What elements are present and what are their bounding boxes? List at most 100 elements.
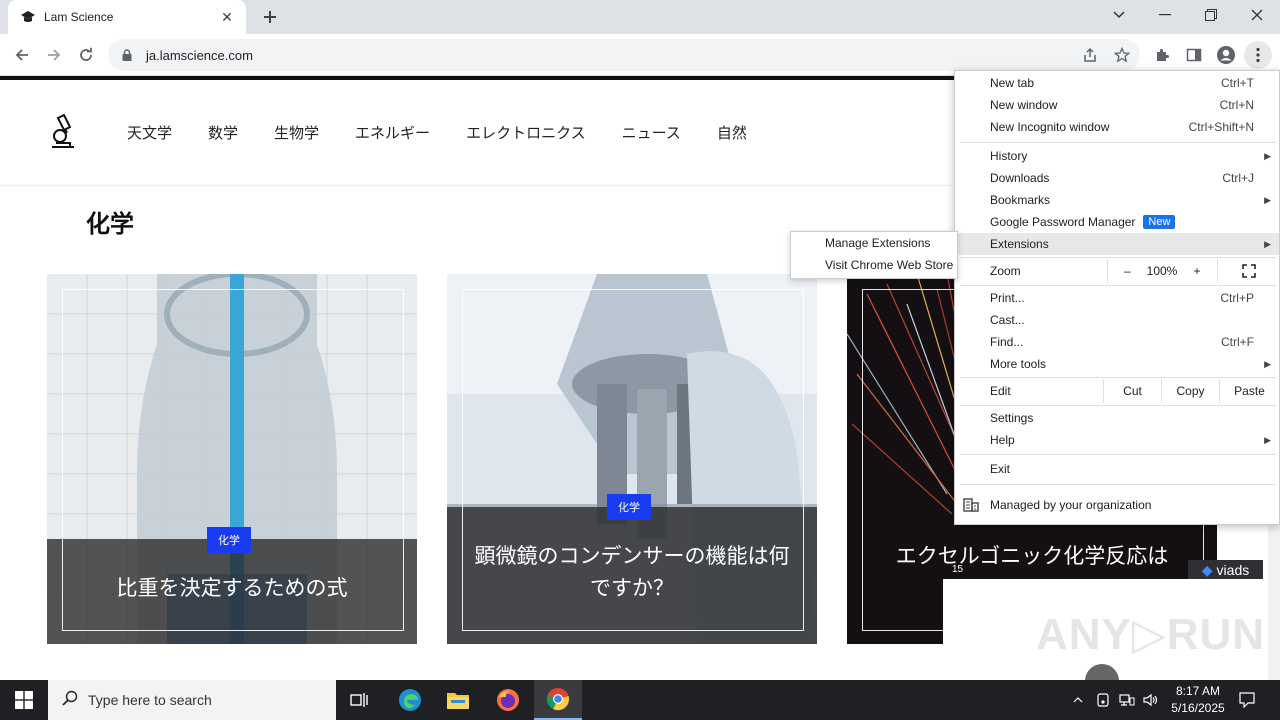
menu-help[interactable]: Help ▶ (955, 429, 1279, 451)
nav-news[interactable]: ニュース (622, 122, 681, 143)
url-text[interactable]: ja.lamscience.com (146, 48, 253, 63)
submenu-arrow-icon: ▶ (1264, 358, 1271, 369)
zoom-level: 100% (1146, 264, 1178, 278)
article-card[interactable]: 化学 比重を決定するための式 (47, 274, 417, 644)
category-badge[interactable]: 化学 (607, 494, 651, 520)
menu-separator (960, 377, 1276, 378)
menu-downloads[interactable]: Downloads Ctrl+J (955, 167, 1279, 189)
close-window-button[interactable] (1234, 0, 1280, 30)
cut-button[interactable]: Cut (1103, 379, 1161, 403)
menu-separator (960, 285, 1276, 286)
close-tab-icon[interactable]: ✕ (218, 8, 236, 26)
new-tab-button[interactable] (258, 5, 282, 29)
menu-zoom-row: Zoom – 100% + (955, 259, 1279, 283)
extensions-submenu: Manage Extensions Visit Chrome Web Store (790, 231, 958, 279)
side-panel-icon[interactable] (1180, 41, 1208, 69)
search-placeholder: Type here to search (88, 692, 212, 708)
edge-icon[interactable] (386, 680, 434, 720)
lock-icon[interactable] (120, 48, 134, 62)
menu-more-tools[interactable]: More tools ▶ (955, 353, 1279, 375)
nav-math[interactable]: 数学 (208, 122, 238, 143)
zoom-out-button[interactable]: – (1107, 259, 1147, 283)
manage-extensions-item[interactable]: Manage Extensions (791, 232, 957, 254)
menu-separator (960, 142, 1276, 143)
menu-exit[interactable]: Exit (955, 458, 1279, 480)
volume-icon[interactable] (1140, 680, 1162, 720)
tab-title: Lam Science (44, 10, 114, 24)
article-card[interactable]: 化学 顕微鏡のコンデンサーの機能は何ですか？ (447, 274, 817, 644)
menu-password-manager[interactable]: Google Password Manager New (955, 211, 1279, 233)
notifications-icon[interactable] (1236, 680, 1258, 720)
submenu-arrow-icon: ▶ (1264, 150, 1271, 161)
menu-history[interactable]: History ▶ (955, 145, 1279, 167)
taskbar-search-box[interactable]: Type here to search (48, 680, 336, 720)
graduation-cap-icon (20, 9, 36, 25)
microscope-logo-icon[interactable] (48, 113, 78, 150)
windows-start-icon[interactable] (0, 680, 48, 720)
restore-button[interactable] (1188, 0, 1234, 30)
firefox-icon[interactable] (484, 680, 532, 720)
paste-button[interactable]: Paste (1219, 379, 1279, 403)
reload-button[interactable] (72, 41, 100, 69)
submenu-arrow-icon: ▶ (1264, 194, 1271, 205)
menu-new-window[interactable]: New window Ctrl+N (955, 94, 1279, 116)
file-explorer-icon[interactable] (434, 680, 482, 720)
nav-biology[interactable]: 生物学 (274, 122, 319, 143)
anyrun-watermark: ANY▷RUN (1036, 610, 1266, 659)
zoom-label: Zoom (990, 264, 1021, 278)
building-icon (963, 498, 979, 515)
new-badge: New (1143, 215, 1176, 229)
ad-brand: viads (1216, 562, 1250, 578)
menu-edit-row: Edit Cut Copy Paste (955, 379, 1279, 403)
menu-settings[interactable]: Settings (955, 407, 1279, 429)
minimize-button[interactable] (1142, 0, 1188, 30)
chrome-web-store-item[interactable]: Visit Chrome Web Store (791, 254, 957, 276)
article-title[interactable]: エクセルゴニック化学反応は (867, 540, 1197, 572)
nav-astronomy[interactable]: 天文学 (127, 122, 172, 143)
clock-time: 8:17 AM (1175, 684, 1221, 698)
forward-button[interactable] (40, 41, 68, 69)
fullscreen-icon[interactable] (1217, 259, 1279, 283)
ad-counter: 15 (952, 564, 964, 575)
tray-overflow-chevron-icon[interactable] (1068, 680, 1088, 720)
site-nav: 天文学 数学 生物学 エネルギー エレクトロニクス ニュース 自然 (127, 122, 783, 143)
menu-find[interactable]: Find... Ctrl+F (955, 331, 1279, 353)
nav-nature[interactable]: 自然 (717, 122, 747, 143)
edit-label: Edit (990, 384, 1011, 398)
bookmark-star-icon[interactable] (1108, 41, 1136, 69)
profile-avatar-icon[interactable] (1212, 41, 1240, 69)
ad-label[interactable]: ◆ viads (1188, 560, 1263, 580)
search-icon (62, 690, 78, 711)
category-badge[interactable]: 化学 (207, 527, 251, 553)
nav-electronics[interactable]: エレクトロニクス (466, 122, 586, 143)
nav-energy[interactable]: エネルギー (355, 122, 430, 143)
chrome-menu: New tab Ctrl+T New window Ctrl+N New Incog… (954, 70, 1280, 525)
device-icon[interactable] (1092, 680, 1114, 720)
browser-tab[interactable]: Lam Science ✕ (8, 0, 246, 34)
chrome-taskbar-icon[interactable] (534, 680, 582, 720)
address-bar[interactable]: ja.lamscience.com (108, 39, 1140, 71)
share-icon[interactable] (1076, 41, 1104, 69)
article-title[interactable]: 顕微鏡のコンデンサーの機能は何ですか？ (467, 540, 797, 604)
system-clock[interactable]: 8:17 AM 5/16/2025 (1160, 683, 1236, 717)
menu-bookmarks[interactable]: Bookmarks ▶ (955, 189, 1279, 211)
menu-separator (960, 484, 1276, 485)
task-view-icon[interactable] (336, 680, 384, 720)
menu-print[interactable]: Print... Ctrl+P (955, 287, 1279, 309)
menu-managed[interactable]: Managed by your organization (955, 494, 1279, 516)
tab-search-icon[interactable] (1096, 0, 1142, 30)
zoom-in-button[interactable]: + (1177, 259, 1217, 283)
menu-cast[interactable]: Cast... (955, 309, 1279, 331)
windows-taskbar: Type here to search 8:17 AM 5/16/2025 (0, 680, 1280, 720)
menu-incognito[interactable]: New Incognito window Ctrl+Shift+N (955, 116, 1279, 138)
category-title: 化学 (86, 210, 134, 238)
network-icon[interactable] (1116, 680, 1138, 720)
copy-button[interactable]: Copy (1161, 379, 1219, 403)
menu-new-tab[interactable]: New tab Ctrl+T (955, 72, 1279, 94)
menu-extensions[interactable]: Extensions ▶ (955, 233, 1279, 255)
back-button[interactable] (8, 41, 36, 69)
article-title[interactable]: 比重を決定するための式 (67, 572, 397, 604)
extensions-puzzle-icon[interactable] (1148, 41, 1176, 69)
clock-date: 5/16/2025 (1171, 701, 1225, 715)
chrome-menu-button[interactable] (1244, 41, 1272, 69)
